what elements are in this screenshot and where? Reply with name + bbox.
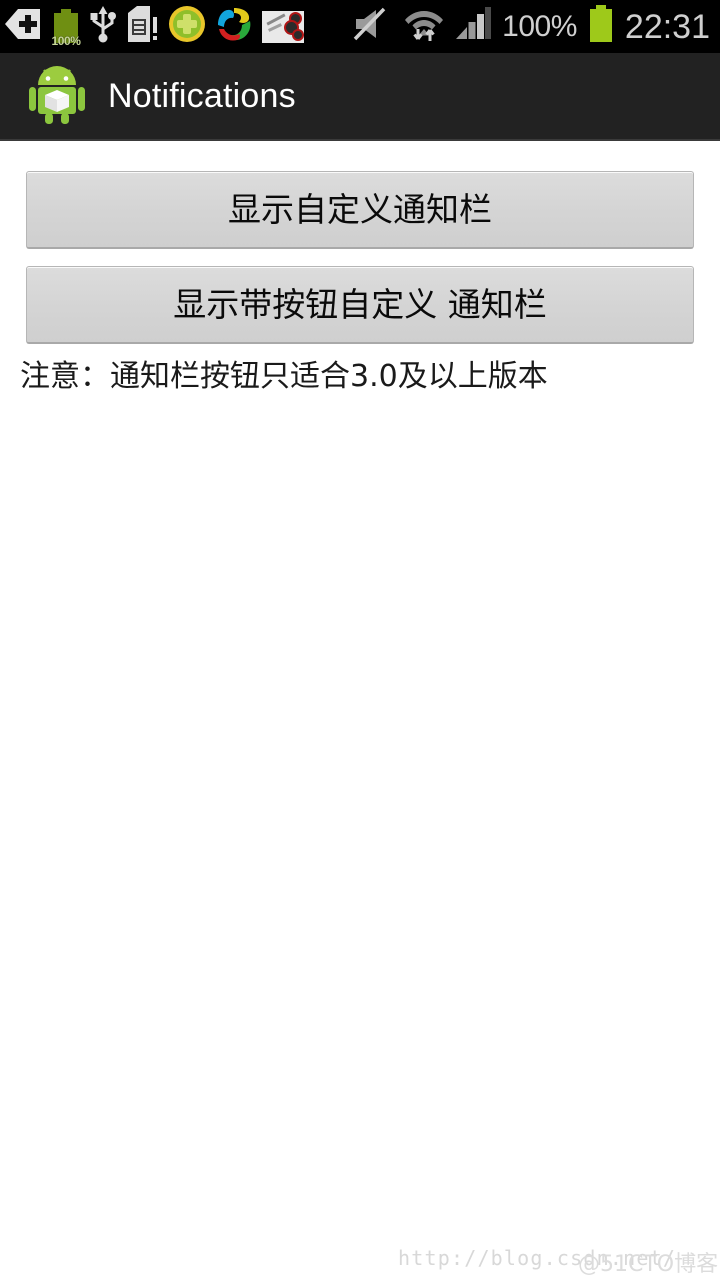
security-plus-icon xyxy=(168,5,206,48)
swirl-app-icon xyxy=(215,5,253,48)
action-bar: Notifications xyxy=(0,53,720,141)
status-bar[interactable]: 100% 100% 22:31 xyxy=(0,0,720,53)
battery-percent-label: 100% xyxy=(502,9,577,43)
signal-bars-icon xyxy=(454,5,492,48)
clock-label: 22:31 xyxy=(624,7,710,46)
wifi-data-icon xyxy=(404,5,444,48)
status-bar-notification-icons: 100% xyxy=(4,5,304,48)
android-robot-box-icon[interactable] xyxy=(28,63,86,130)
battery-charge-icon: 100% xyxy=(51,8,81,48)
page-title: Notifications xyxy=(108,76,296,115)
sim-card-alert-icon xyxy=(125,5,159,48)
usb-icon xyxy=(90,5,116,48)
note-label: 注意：通知栏按钮只适合3.0及以上版本 xyxy=(20,359,548,394)
battery-percent-small-label: 100% xyxy=(51,33,81,48)
battery-icon xyxy=(587,4,615,49)
android-screen: 100% 100% 22:31 Notifications 显示自定义通知栏 显… xyxy=(0,0,720,1280)
photo-thumbnail-icon xyxy=(262,10,304,43)
main-content: 显示自定义通知栏 显示带按钮自定义 通知栏 注意：通知栏按钮只适合3.0及以上版… xyxy=(0,143,720,1280)
show-custom-notification-button[interactable]: 显示自定义通知栏 xyxy=(26,171,694,249)
mute-icon xyxy=(352,5,394,48)
add-shortcut-icon xyxy=(4,7,42,46)
show-custom-notification-with-button-button[interactable]: 显示带按钮自定义 通知栏 xyxy=(26,266,694,344)
status-bar-system-icons: 100% 22:31 xyxy=(352,4,710,49)
